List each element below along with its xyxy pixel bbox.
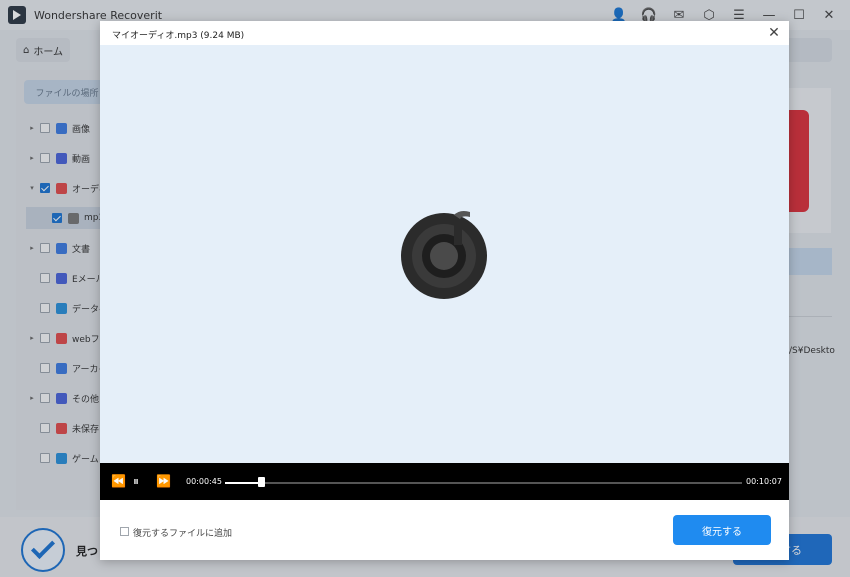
music-disc-icon	[401, 211, 487, 299]
close-icon[interactable]: ✕	[765, 24, 783, 42]
seek-bar[interactable]	[225, 482, 742, 484]
dialog-title: マイオーディオ.mp3 (9.24 MB)	[112, 31, 245, 41]
add-to-recover-label: 復元するファイルに追加	[133, 529, 233, 539]
dialog-header: マイオーディオ.mp3 (9.24 MB) ✕	[100, 21, 789, 45]
seek-handle[interactable]	[258, 477, 266, 487]
recover-button[interactable]: 復元する	[673, 515, 771, 545]
pause-icon[interactable]: ⏸	[133, 474, 139, 489]
seek-progress	[225, 482, 262, 484]
preview-dialog: マイオーディオ.mp3 (9.24 MB) ✕ ⏪ ⏸ ⏩ 00:00:45 0…	[100, 21, 789, 560]
add-to-recover-checkbox[interactable]	[120, 527, 129, 536]
fast-forward-icon[interactable]: ⏩	[156, 474, 171, 488]
player-controls: ⏪ ⏸ ⏩ 00:00:45 00:10:07	[100, 463, 789, 500]
preview-area	[100, 45, 789, 463]
current-time: 00:00:45	[186, 477, 222, 486]
total-time: 00:10:07	[746, 477, 782, 486]
rewind-icon[interactable]: ⏪	[111, 474, 126, 488]
